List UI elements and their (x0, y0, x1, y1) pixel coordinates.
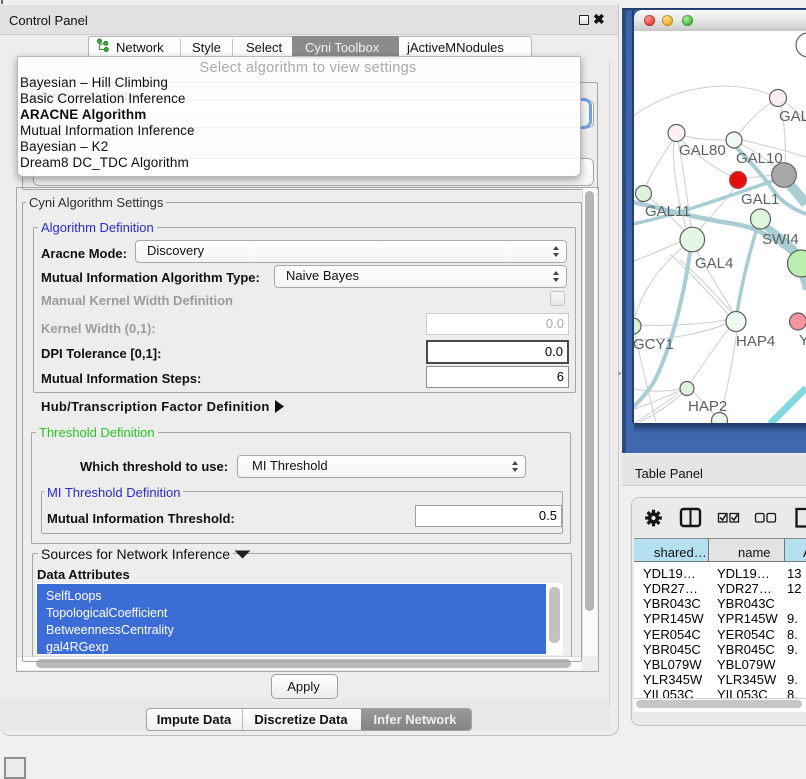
svg-text:GAL11: GAL11 (645, 203, 691, 220)
svg-text:Y: Y (799, 332, 806, 349)
svg-text:GCY1: GCY1 (634, 336, 674, 353)
svg-text:HAP2: HAP2 (688, 398, 727, 415)
svg-text:GAL4: GAL4 (695, 255, 733, 272)
svg-text:GAL1: GAL1 (741, 191, 779, 208)
svg-text:GAL10: GAL10 (736, 150, 783, 167)
svg-text:HAP4: HAP4 (736, 333, 775, 350)
svg-text:SWI4: SWI4 (762, 231, 799, 248)
svg-text:GAL7: GAL7 (779, 108, 806, 125)
svg-text:GAL80: GAL80 (679, 142, 726, 159)
